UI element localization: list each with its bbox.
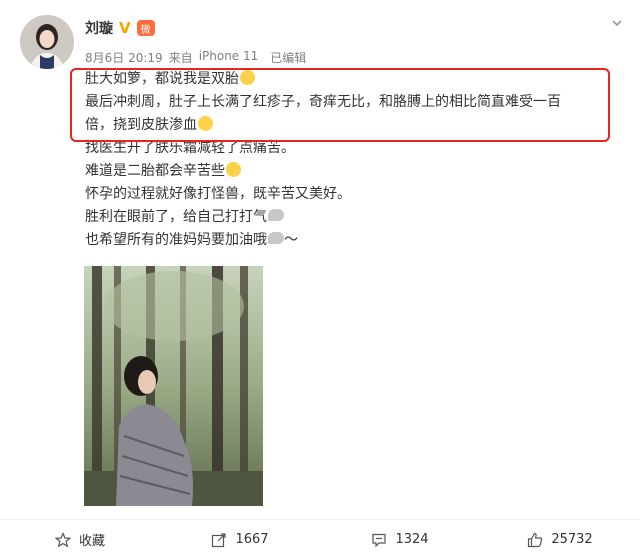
post-meta: 8月6日 20:19 来自 iPhone 11 已编辑 <box>85 49 306 66</box>
like-count: 25732 <box>551 532 593 547</box>
like-button[interactable]: 25732 <box>480 520 640 559</box>
repost-button[interactable]: 1667 <box>160 520 320 559</box>
thumbs-up-icon <box>527 532 543 548</box>
verified-icon: V <box>119 18 131 37</box>
weibo-post-card: 刘璇 V 微 8月6日 20:19 来自 iPhone 11 已编辑 肚大如箩，… <box>0 0 640 558</box>
post-line: 难道是二胎都会辛苦些 <box>85 160 610 183</box>
favorite-label: 收藏 <box>78 534 105 549</box>
comment-count: 1324 <box>395 532 429 547</box>
author-row: 刘璇 V 微 <box>85 18 155 38</box>
flexed-arm-emoji-icon <box>268 232 284 244</box>
post-timestamp[interactable]: 8月6日 20:19 <box>85 49 163 66</box>
post-line: 最后冲刺周，肚子上长满了红疹子，奇痒无比，和胳膊上的相比简直难受一百 <box>85 94 561 110</box>
repost-count: 1667 <box>235 532 269 547</box>
sweat-smile-emoji-icon <box>226 162 241 177</box>
post-line: 找医生开了肤乐霜减轻了点痛苦。 <box>85 140 295 156</box>
comment-button[interactable]: 1324 <box>320 520 480 559</box>
comment-icon <box>371 532 387 548</box>
flexed-arm-emoji-icon <box>268 209 284 221</box>
post-actions-bar: 收藏 1667 1324 25732 <box>0 519 640 559</box>
crying-face-emoji-icon <box>198 116 213 131</box>
post-text: 肚大如箩，都说我是双胎 最后冲刺周，肚子上长满了红疹子，奇痒无比，和胳膊上的相比… <box>85 68 610 252</box>
post-line: 胜利在眼前了，给自己打打气 <box>85 206 610 229</box>
star-outline-icon <box>54 531 71 548</box>
post-line: 倍，挠到皮肤渗血 <box>85 114 610 137</box>
post-line: 也希望所有的准妈妈要加油哦～ <box>85 232 298 248</box>
avatar[interactable] <box>20 15 74 69</box>
post-line: 怀孕的过程就好像打怪兽，既辛苦又美好。 <box>85 186 351 202</box>
post-photo[interactable] <box>84 266 263 506</box>
favorite-button[interactable]: 收藏 <box>0 520 160 559</box>
weary-face-emoji-icon <box>240 70 255 85</box>
chevron-down-icon[interactable] <box>609 16 625 32</box>
share-arrow-icon <box>211 532 227 548</box>
photo-pregnant-woman-in-forest <box>84 266 263 506</box>
source-device[interactable]: iPhone 11 <box>199 49 259 66</box>
author-name[interactable]: 刘璇 <box>85 18 113 38</box>
avatar-portrait <box>20 15 74 69</box>
vip-badge-icon: 微 <box>136 20 155 36</box>
edited-label[interactable]: 已编辑 <box>270 49 306 66</box>
post-line: 肚大如箩，都说我是双胎 <box>85 68 610 91</box>
source-prefix: 来自 <box>168 51 193 65</box>
